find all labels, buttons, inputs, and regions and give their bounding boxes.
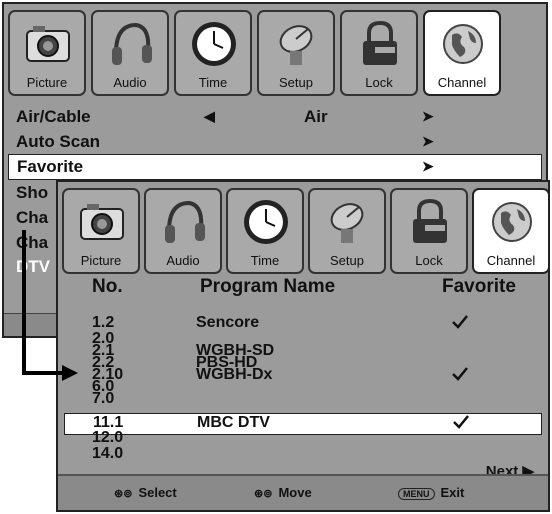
tab-label: Time xyxy=(198,75,228,90)
tab-lock[interactable]: Lock xyxy=(390,188,468,274)
favorite-menu-panel: Picture Audio Time Setup Lock Channel No… xyxy=(56,180,550,512)
tab-audio[interactable]: Audio xyxy=(144,188,222,274)
camera-icon xyxy=(26,26,70,62)
menu-row-partial: Sho xyxy=(16,183,49,202)
column-header-program-name: Program Name xyxy=(200,276,336,297)
tab-audio[interactable]: Audio xyxy=(91,10,169,96)
tab-label: Channel xyxy=(486,253,536,268)
tab-channel[interactable]: Channel xyxy=(423,10,501,96)
padlock-icon xyxy=(413,198,447,243)
tab-channel[interactable]: Channel xyxy=(472,188,550,274)
tab-label: Picture xyxy=(80,253,122,268)
tab-picture[interactable]: Picture xyxy=(62,188,140,274)
row-value: Air xyxy=(304,107,328,126)
channel-number: 14.0 xyxy=(92,445,124,462)
arrow-right-icon[interactable]: ➤ xyxy=(422,133,434,150)
arrow-right-icon[interactable]: ➤ xyxy=(422,158,434,175)
menu-row-partial: Cha xyxy=(16,233,49,252)
tab-label: Audio xyxy=(113,75,147,90)
arrow-right-icon[interactable]: ➤ xyxy=(422,108,434,125)
table-row[interactable]: 14.0 xyxy=(64,445,542,463)
satellite-dish-icon xyxy=(279,25,313,65)
tab-label: Audio xyxy=(166,253,200,268)
checkmark-icon xyxy=(453,415,469,429)
left-right-icon: ⊛⊚ xyxy=(254,488,273,500)
tab-label: Lock xyxy=(365,75,393,90)
tab-label: Setup xyxy=(330,253,364,268)
menu-row-favorite[interactable]: Favorite ➤ xyxy=(8,154,542,180)
key-help-footer: ⊛⊚ Select ⊛⊚ Move MENU Exit xyxy=(58,474,548,510)
tab-label: Lock xyxy=(415,253,443,268)
tab-setup[interactable]: Setup xyxy=(257,10,335,96)
menu-row-partial: Cha xyxy=(16,208,49,227)
tab-label: Setup xyxy=(279,75,313,90)
headphones-icon xyxy=(112,22,152,65)
checkmark-icon xyxy=(452,315,468,329)
table-row[interactable]: 7.0 xyxy=(64,390,542,408)
tab-picture[interactable]: Picture xyxy=(8,10,86,96)
menu-tabs: Picture Audio Time Setup Lock Channel xyxy=(58,182,550,274)
menu-key-icon: MENU xyxy=(398,487,435,500)
tab-time[interactable]: Time xyxy=(174,10,252,96)
up-down-icon: ⊛⊚ xyxy=(114,488,133,500)
globe-icon xyxy=(443,24,483,64)
satellite-dish-icon xyxy=(330,203,364,243)
tab-label: Channel xyxy=(437,75,487,90)
row-label: Favorite xyxy=(17,157,84,176)
row-label: Air/Cable xyxy=(16,107,91,126)
select-hint: ⊛⊚ Select xyxy=(114,485,177,500)
headphones-icon xyxy=(165,200,205,243)
tab-label: Picture xyxy=(26,75,68,90)
globe-icon xyxy=(492,202,532,242)
menu-row-partial: DTV xyxy=(16,257,50,276)
tab-lock[interactable]: Lock xyxy=(340,10,418,96)
padlock-icon xyxy=(363,20,397,65)
tab-time[interactable]: Time xyxy=(226,188,304,274)
tab-setup[interactable]: Setup xyxy=(308,188,386,274)
move-hint: ⊛⊚ Move xyxy=(254,485,312,500)
arrow-left-icon[interactable]: ◀ xyxy=(204,108,215,125)
column-header-favorite: Favorite xyxy=(442,276,516,297)
tab-label: Time xyxy=(250,253,280,268)
clock-icon xyxy=(244,200,288,244)
channel-number: 7.0 xyxy=(92,390,115,407)
row-label: Auto Scan xyxy=(16,132,101,151)
menu-row-auto-scan[interactable]: Auto Scan ➤ xyxy=(8,130,542,154)
menu-row-air-cable[interactable]: Air/Cable ◀ Air ➤ xyxy=(8,105,542,129)
exit-hint: MENU Exit xyxy=(398,485,464,500)
clock-icon xyxy=(192,22,236,66)
camera-icon xyxy=(80,204,124,240)
column-header-no: No. xyxy=(92,276,123,297)
menu-tabs: Picture Audio Time Setup Lock Channel xyxy=(4,4,546,96)
